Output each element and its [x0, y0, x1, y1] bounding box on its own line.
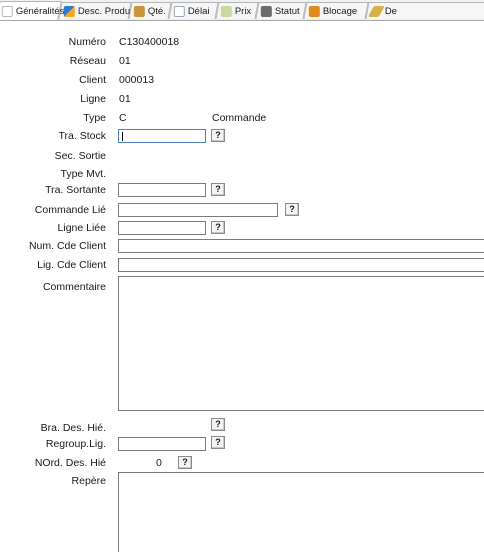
reseau-value: 01	[119, 55, 131, 67]
ligne-value: 01	[119, 93, 131, 105]
tab-label: Blocage	[322, 5, 358, 17]
tab-de[interactable]: De	[365, 2, 484, 19]
num-cde-client-label: Num. Cde Client	[28, 240, 106, 252]
tab-label: De	[384, 5, 398, 17]
tab-label: Desc. Produit	[77, 5, 135, 17]
tab-blocage[interactable]: Blocage	[303, 2, 369, 19]
commande-lie-lookup-button[interactable]: ?	[285, 203, 299, 216]
price-icon	[220, 5, 232, 17]
product-description-icon	[63, 5, 75, 17]
regroup-lig-lookup-button[interactable]: ?	[211, 436, 225, 449]
general-icon	[1, 5, 13, 17]
repere-textarea[interactable]	[118, 472, 484, 552]
tab-label: Délai	[187, 5, 210, 17]
commande-lie-label: Commande Lié	[34, 204, 106, 216]
tra-stock-lookup-button[interactable]: ?	[211, 129, 225, 142]
status-icon	[260, 5, 272, 17]
type-mvt-label: Type Mvt.	[60, 168, 106, 180]
tab-delai[interactable]: Délai	[168, 2, 219, 19]
ligne-liee-lookup-button[interactable]: ?	[211, 221, 225, 234]
ligne-label: Ligne	[80, 93, 106, 105]
lock-icon	[308, 5, 320, 17]
tra-stock-input[interactable]	[118, 129, 206, 143]
nord-des-hie-value[interactable]: 0	[156, 457, 162, 469]
nord-des-hie-label: NOrd. Des. Hié	[34, 457, 106, 469]
bra-des-hie-label: Bra. Des. Hié.	[40, 422, 106, 434]
numero-label: Numéro	[68, 36, 106, 48]
tab-generalites[interactable]: Généralités	[0, 1, 65, 20]
tab-label: Statut	[274, 5, 300, 17]
sec-sortie-label: Sec. Sortie	[54, 150, 106, 162]
commande-lie-input[interactable]	[118, 203, 278, 217]
nord-des-hie-lookup-button[interactable]: ?	[178, 456, 192, 469]
commentaire-label: Commentaire	[42, 281, 106, 293]
numero-value: C130400018	[119, 36, 180, 48]
tra-sortante-label: Tra. Sortante	[45, 184, 106, 196]
type-description: Commande	[212, 112, 267, 124]
num-cde-client-input[interactable]	[118, 239, 484, 253]
regroup-lig-input[interactable]	[118, 437, 206, 451]
type-value: C	[119, 112, 127, 124]
tab-label: Prix	[234, 5, 252, 17]
regroup-lig-label: Regroup.Lig.	[45, 438, 106, 450]
pencil-icon	[367, 5, 385, 17]
quantity-icon	[133, 5, 145, 17]
text-caret	[122, 132, 123, 141]
clock-icon	[173, 5, 185, 17]
tab-desc-produit[interactable]: Desc. Produit	[58, 2, 135, 19]
tra-sortante-lookup-button[interactable]: ?	[211, 183, 225, 196]
tab-statut[interactable]: Statut	[255, 2, 307, 19]
tra-sortante-input[interactable]	[118, 183, 206, 197]
client-label: Client	[79, 74, 106, 86]
ligne-liee-label: Ligne Liée	[57, 222, 106, 234]
tab-prix[interactable]: Prix	[215, 2, 259, 19]
lig-cde-client-input[interactable]	[118, 258, 484, 272]
tra-stock-label: Tra. Stock	[58, 130, 106, 142]
commentaire-textarea[interactable]	[118, 276, 484, 411]
reseau-label: Réseau	[69, 55, 106, 67]
type-label: Type	[83, 112, 106, 124]
tab-label: Qté.	[147, 5, 166, 17]
bra-des-hie-lookup-button[interactable]: ?	[211, 418, 225, 431]
repere-label: Repère	[71, 475, 106, 487]
client-value: 000013	[119, 74, 155, 86]
tab-qte[interactable]: Qté.	[128, 2, 172, 19]
ligne-liee-input[interactable]	[118, 221, 206, 235]
lig-cde-client-label: Lig. Cde Client	[37, 259, 106, 271]
tab-label: Généralités	[15, 5, 65, 17]
tab-bar: Généralités Desc. Produit Qté. Délai Pri…	[0, 0, 484, 21]
